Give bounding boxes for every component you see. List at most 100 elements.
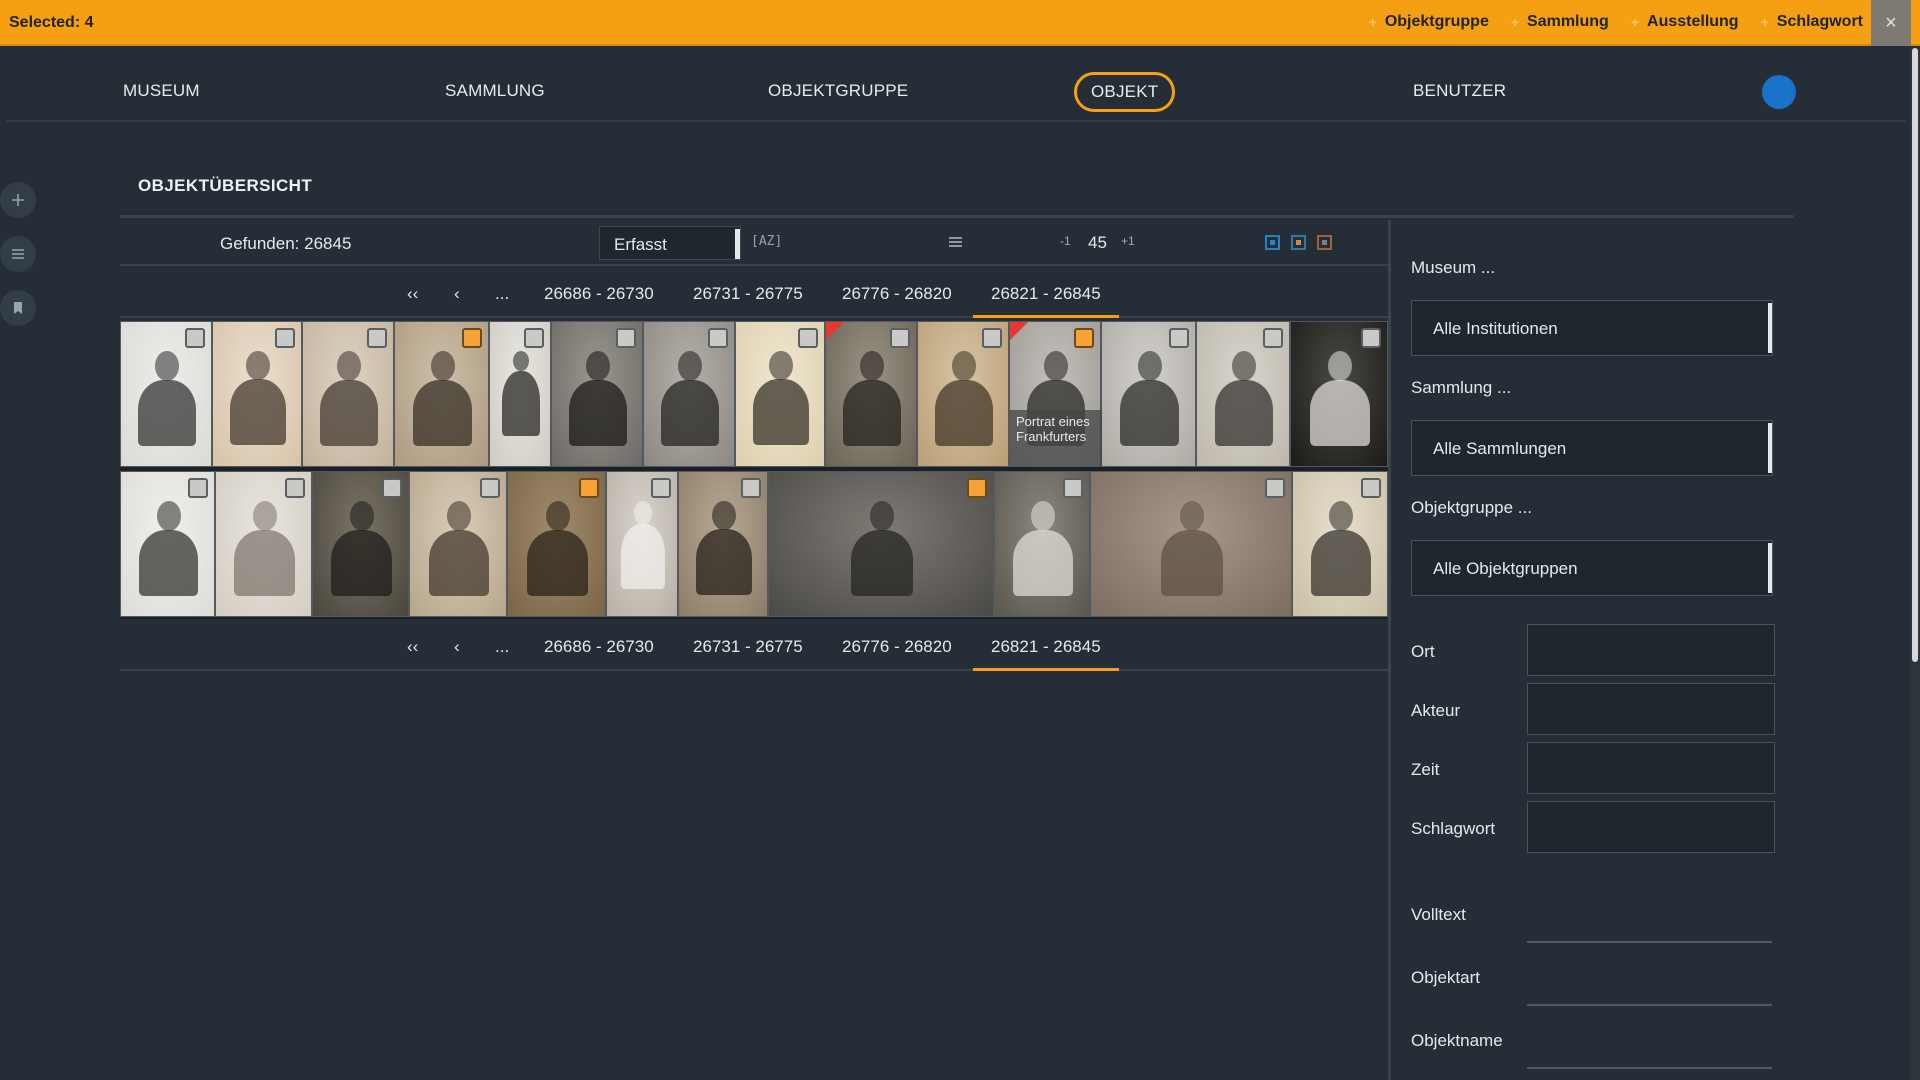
add-to-sammlung-button[interactable]: + Sammlung <box>1511 13 1609 31</box>
object-thumbnail[interactable] <box>994 471 1090 617</box>
object-thumbnail[interactable] <box>678 471 768 617</box>
select-checkbox[interactable] <box>616 328 636 348</box>
page-prev-button[interactable]: ‹ <box>454 637 460 657</box>
object-thumbnail[interactable] <box>302 321 394 467</box>
select-checkbox[interactable] <box>275 328 295 348</box>
objektart-field[interactable] <box>1527 1004 1772 1006</box>
schlagwort-field[interactable] <box>1527 801 1775 853</box>
zeit-field[interactable] <box>1527 742 1775 794</box>
bookmark-tool-button[interactable] <box>0 290 36 326</box>
add-to-ausstellung-button[interactable]: + Ausstellung <box>1631 13 1739 31</box>
select-checkbox[interactable] <box>1169 328 1189 348</box>
object-thumbnail[interactable] <box>489 321 551 467</box>
page-minus-button[interactable]: -1 <box>1060 234 1071 248</box>
object-thumbnail[interactable] <box>917 321 1009 467</box>
object-thumbnail[interactable] <box>551 321 643 467</box>
page-range-link-active[interactable]: 26821 - 26845 <box>973 637 1119 671</box>
object-thumbnail[interactable] <box>215 471 312 617</box>
select-checkbox[interactable] <box>1361 328 1381 348</box>
sort-select[interactable]: Erfasst <box>599 226 741 260</box>
page-range-link[interactable]: 26776 - 26820 <box>842 637 952 657</box>
objektname-field[interactable] <box>1527 1067 1772 1069</box>
select-checkbox[interactable] <box>651 478 671 498</box>
select-checkbox[interactable] <box>524 328 544 348</box>
object-thumbnail[interactable] <box>409 471 507 617</box>
select-checkbox[interactable] <box>708 328 728 348</box>
object-thumbnail[interactable] <box>1101 321 1196 467</box>
objektgruppe-select-value: Alle Objektgruppen <box>1433 559 1578 578</box>
page-first-button[interactable]: ‹‹ <box>407 284 418 304</box>
sort-az-icon[interactable]: [AZ] <box>751 234 782 249</box>
ort-field[interactable] <box>1527 624 1775 676</box>
select-checkbox[interactable] <box>1265 478 1285 498</box>
object-thumbnail[interactable] <box>1292 471 1388 617</box>
sammlung-select[interactable]: Alle Sammlungen <box>1411 420 1773 476</box>
select-checkbox[interactable] <box>285 478 305 498</box>
grid-view-icon[interactable] <box>1317 235 1332 250</box>
nav-objekt[interactable]: OBJEKT <box>1074 72 1176 112</box>
add-tool-button[interactable] <box>0 182 36 218</box>
photo-subject <box>512 351 530 372</box>
object-thumbnail[interactable] <box>212 321 302 467</box>
select-checkbox[interactable] <box>382 478 402 498</box>
grid-view-icon[interactable] <box>1265 235 1280 250</box>
page-range-link[interactable]: 26776 - 26820 <box>842 284 952 304</box>
object-thumbnail[interactable] <box>394 321 489 467</box>
select-checkbox[interactable] <box>480 478 500 498</box>
object-thumbnail[interactable] <box>312 471 409 617</box>
list-tool-button[interactable] <box>0 236 36 272</box>
page-plus-button[interactable]: +1 <box>1121 234 1135 248</box>
page-range-link[interactable]: 26731 - 26775 <box>693 284 803 304</box>
object-thumbnail[interactable] <box>507 471 606 617</box>
select-checkbox[interactable] <box>185 328 205 348</box>
museum-select[interactable]: Alle Institutionen <box>1411 300 1773 356</box>
nav-benutzer[interactable]: BENUTZER <box>1413 81 1506 101</box>
page-ellipsis[interactable]: ... <box>495 284 509 304</box>
add-to-objektgruppe-button[interactable]: + Objektgruppe <box>1369 13 1489 31</box>
objektgruppe-select[interactable]: Alle Objektgruppen <box>1411 540 1773 596</box>
list-view-icon[interactable] <box>949 235 962 253</box>
select-checkbox[interactable] <box>967 478 987 498</box>
page-range-link-active[interactable]: 26821 - 26845 <box>973 284 1119 318</box>
select-checkbox[interactable] <box>188 478 208 498</box>
akteur-field[interactable] <box>1527 683 1775 735</box>
select-checkbox[interactable] <box>1074 328 1094 348</box>
page-range-link[interactable]: 26731 - 26775 <box>693 637 803 657</box>
select-checkbox[interactable] <box>890 328 910 348</box>
photo-subject <box>661 379 719 446</box>
select-checkbox[interactable] <box>741 478 761 498</box>
select-checkbox[interactable] <box>367 328 387 348</box>
nav-sammlung[interactable]: SAMMLUNG <box>445 81 545 101</box>
select-checkbox[interactable] <box>579 478 599 498</box>
nav-objektgruppe[interactable]: OBJEKTGRUPPE <box>768 81 908 101</box>
object-thumbnail[interactable] <box>768 471 994 617</box>
page-range-link[interactable]: 26686 - 26730 <box>544 284 654 304</box>
scrollbar-thumb[interactable] <box>1912 48 1918 662</box>
close-selection-button[interactable]: × <box>1871 0 1911 46</box>
avatar[interactable] <box>1762 75 1796 109</box>
page-first-button[interactable]: ‹‹ <box>407 637 418 657</box>
object-thumbnail[interactable] <box>120 321 212 467</box>
select-checkbox[interactable] <box>462 328 482 348</box>
object-thumbnail[interactable] <box>1090 471 1292 617</box>
page-range-link[interactable]: 26686 - 26730 <box>544 637 654 657</box>
select-checkbox[interactable] <box>1263 328 1283 348</box>
page-prev-button[interactable]: ‹ <box>454 284 460 304</box>
volltext-field[interactable] <box>1527 941 1772 943</box>
select-checkbox[interactable] <box>798 328 818 348</box>
select-checkbox[interactable] <box>982 328 1002 348</box>
object-thumbnail[interactable] <box>643 321 735 467</box>
object-thumbnail[interactable] <box>1196 321 1290 467</box>
page-ellipsis[interactable]: ... <box>495 637 509 657</box>
object-thumbnail[interactable] <box>825 321 917 467</box>
object-thumbnail[interactable] <box>120 471 215 617</box>
add-to-sammlung-label: Sammlung <box>1527 13 1609 30</box>
grid-view-icon[interactable] <box>1291 235 1306 250</box>
object-thumbnail[interactable] <box>1290 321 1388 467</box>
object-thumbnail[interactable] <box>606 471 678 617</box>
add-to-schlagwort-button[interactable]: + Schlagwort <box>1761 13 1863 31</box>
select-checkbox[interactable] <box>1063 478 1083 498</box>
select-checkbox[interactable] <box>1361 478 1381 498</box>
object-thumbnail[interactable] <box>735 321 825 467</box>
nav-museum[interactable]: MUSEUM <box>123 81 200 101</box>
